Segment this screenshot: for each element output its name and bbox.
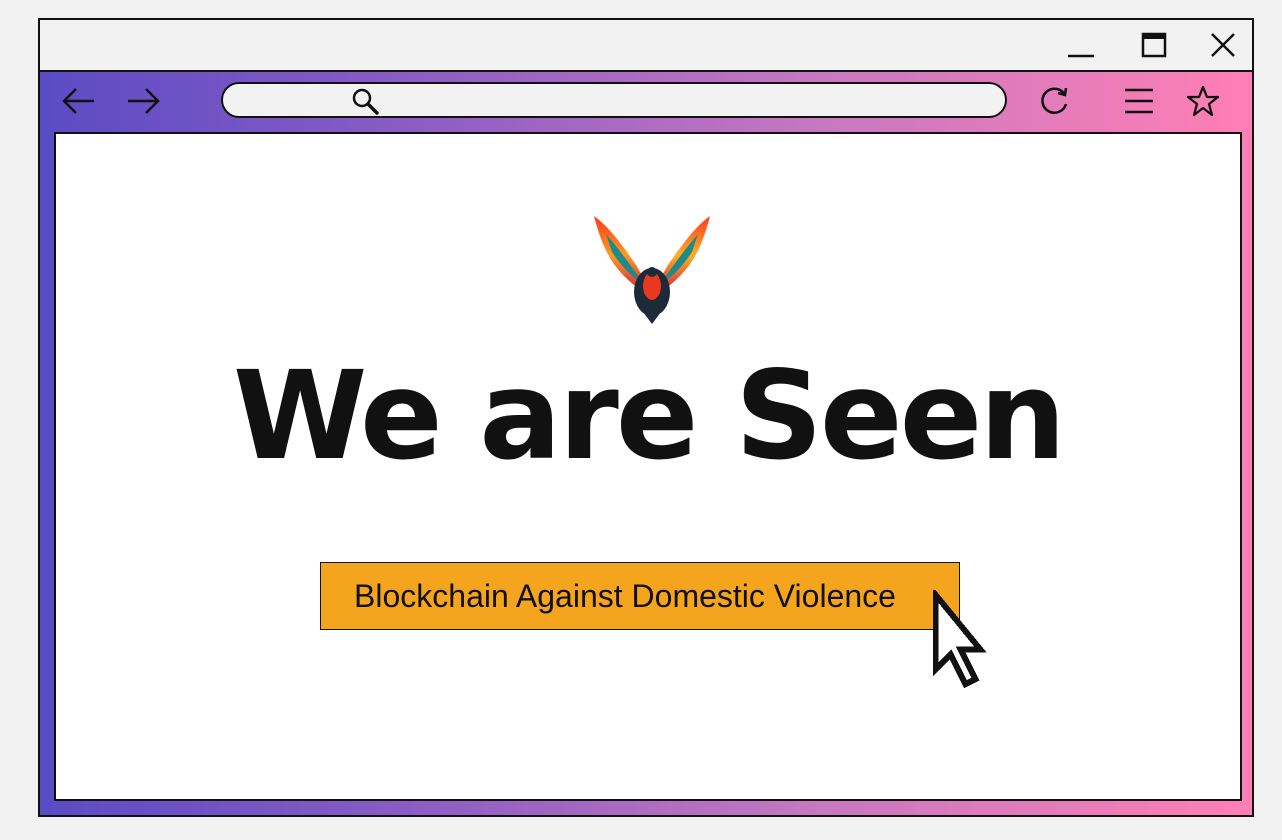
page-content: We are Seen Blockchain Against Domestic … (54, 132, 1242, 801)
back-arrow-icon[interactable] (62, 84, 96, 118)
address-bar[interactable] (221, 82, 1007, 118)
menu-icon[interactable] (1122, 84, 1156, 118)
pointer-cursor-icon (932, 590, 987, 689)
star-icon[interactable] (1186, 84, 1220, 118)
page-headline: We are Seen (232, 345, 1066, 487)
cta-button[interactable]: Blockchain Against Domestic Violence (320, 562, 960, 630)
minimize-icon[interactable] (1066, 30, 1096, 60)
maximize-icon[interactable] (1139, 30, 1169, 60)
forward-arrow-icon[interactable] (126, 84, 160, 118)
search-icon (352, 88, 379, 115)
close-icon[interactable] (1208, 30, 1238, 60)
phoenix-logo-icon (594, 216, 710, 324)
browser-window: We are Seen Blockchain Against Domestic … (38, 18, 1254, 817)
title-bar (40, 20, 1252, 72)
reload-icon[interactable] (1038, 84, 1072, 118)
